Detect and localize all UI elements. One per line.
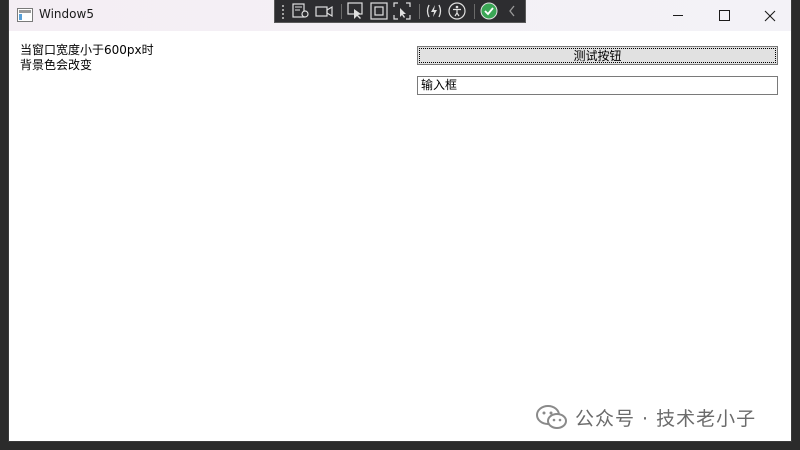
toolbar-separator (340, 3, 342, 19)
collapse-chevron-icon (509, 5, 515, 17)
accessibility-icon (448, 2, 466, 20)
maximize-button[interactable] (701, 0, 747, 31)
check-icon (480, 2, 498, 20)
app-window-icon (17, 8, 33, 22)
wechat-logo-icon (536, 405, 567, 429)
binding-status-button[interactable] (479, 0, 499, 22)
record-icon (315, 5, 333, 18)
close-icon (764, 10, 776, 21)
display-layout-adorners-icon (370, 2, 388, 20)
watermark: 公众号 · 技术老小子 (535, 403, 756, 431)
window-content: 当窗口宽度小于600px时 背景色会改变 测试按钮 输入框 公众号 · 技术老小… (9, 31, 791, 441)
minimize-button[interactable] (655, 0, 701, 31)
hot-reload-icon (426, 4, 441, 18)
maximize-icon (718, 10, 730, 21)
minimize-icon (673, 15, 683, 16)
hint-text-line2: 背景色会改变 (20, 58, 93, 72)
accessibility-button[interactable] (447, 0, 467, 22)
track-focus-button[interactable] (392, 0, 412, 22)
input-box[interactable]: 输入框 (417, 76, 778, 95)
toolbar-separator (473, 3, 475, 19)
debug-toolbar (274, 0, 526, 23)
select-element-button[interactable] (346, 0, 366, 22)
display-adorners-button[interactable] (369, 0, 389, 22)
select-element-icon (347, 2, 363, 19)
live-visual-tree-icon (292, 3, 309, 18)
hint-text-line1: 当窗口宽度小于600px时 (20, 43, 154, 57)
window-title: Window5 (39, 7, 94, 21)
test-button[interactable]: 测试按钮 (417, 46, 778, 65)
close-button[interactable] (747, 0, 791, 31)
toolbar-separator (418, 3, 420, 19)
live-visual-tree-button[interactable] (291, 0, 311, 22)
watermark-text: 公众号 · 技术老小子 (575, 407, 757, 430)
hot-reload-button[interactable] (424, 0, 444, 22)
track-focus-icon (393, 2, 411, 20)
collapse-toolbar-button[interactable] (502, 0, 522, 22)
record-button[interactable] (314, 0, 334, 22)
app-window: Window5 当窗口宽度小于600px时 背景色会改变 测试按钮 输入框 公众… (8, 0, 792, 442)
toolbar-grip-icon[interactable] (281, 3, 285, 19)
